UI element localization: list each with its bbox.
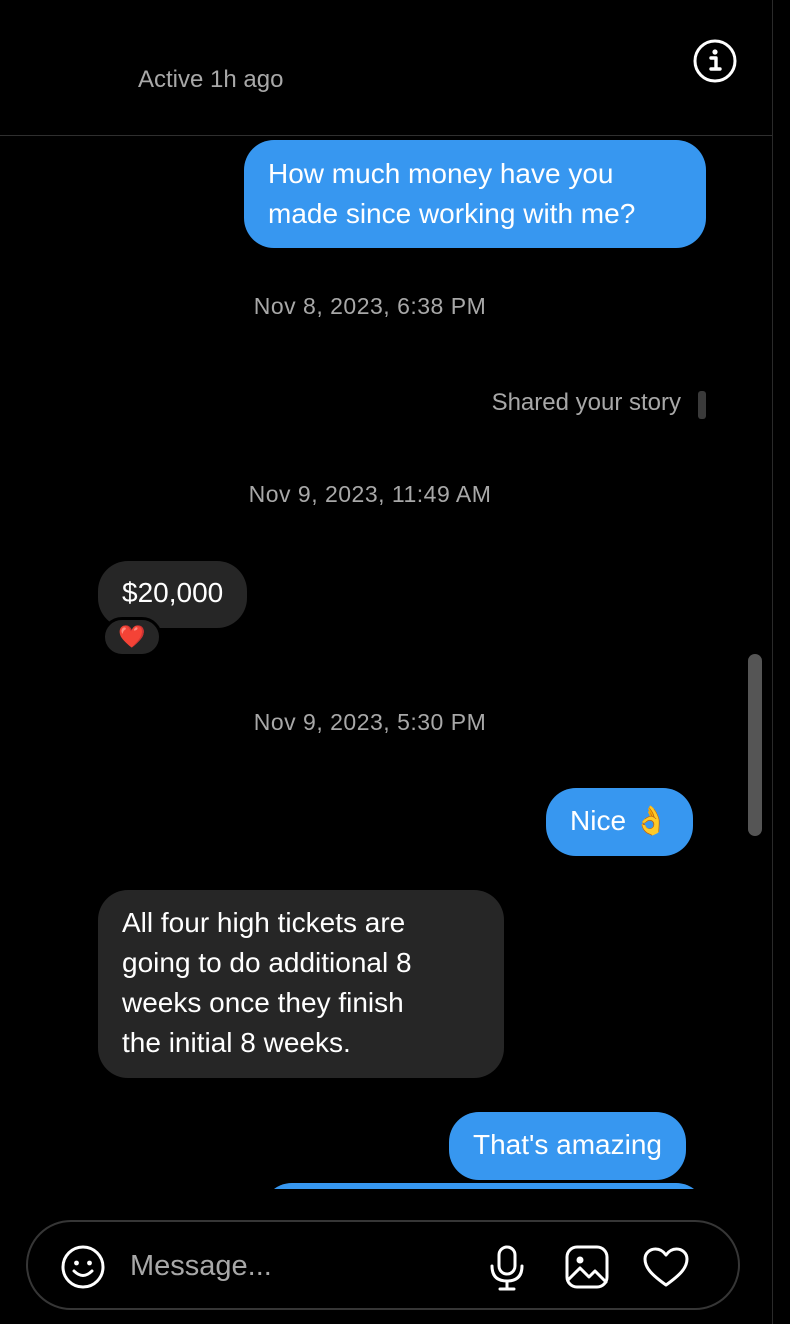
message-timestamp: Nov 9, 2023, 5:30 PM xyxy=(253,709,487,735)
message-timestamp: Nov 8, 2023, 6:38 PM xyxy=(253,293,487,319)
outgoing-message[interactable]: Nice 👌 xyxy=(546,788,693,856)
message-input[interactable] xyxy=(130,1244,470,1288)
window-edge xyxy=(772,0,790,1324)
message-line: the initial 8 weeks. xyxy=(122,1027,351,1058)
message-line: All four high tickets are xyxy=(122,907,406,938)
info-icon[interactable] xyxy=(692,38,738,84)
emoji-icon[interactable] xyxy=(60,1244,106,1290)
heart-reaction[interactable]: ❤️ xyxy=(102,617,162,657)
conversation-header: Active 1h ago xyxy=(0,0,772,136)
message-line: going to do additional 8 xyxy=(122,947,412,978)
message-line: made since working with me? xyxy=(268,198,636,229)
message-line: How much money have you xyxy=(268,158,614,189)
dm-conversation: Active 1h ago How much money have you ma… xyxy=(0,0,790,1324)
message-composer xyxy=(26,1220,740,1310)
outgoing-message-partial[interactable] xyxy=(262,1183,706,1189)
scrollbar[interactable] xyxy=(740,137,772,1189)
shared-story-label[interactable]: Shared your story xyxy=(492,389,681,417)
active-status: Active 1h ago xyxy=(138,66,284,93)
message-line: weeks once they finish xyxy=(122,987,404,1018)
microphone-icon[interactable] xyxy=(488,1244,526,1292)
heart-icon[interactable] xyxy=(642,1246,690,1288)
message-timestamp: Nov 9, 2023, 11:49 AM xyxy=(248,481,492,507)
scrollbar-thumb[interactable] xyxy=(748,654,762,836)
outgoing-message[interactable]: That's amazing xyxy=(449,1112,686,1180)
image-icon[interactable] xyxy=(564,1244,610,1290)
story-thumbnail[interactable] xyxy=(698,391,706,419)
message-thread[interactable]: How much money have you made since worki… xyxy=(0,137,740,1189)
incoming-message[interactable]: All four high tickets are going to do ad… xyxy=(98,890,504,1078)
outgoing-message[interactable]: How much money have you made since worki… xyxy=(244,140,706,248)
